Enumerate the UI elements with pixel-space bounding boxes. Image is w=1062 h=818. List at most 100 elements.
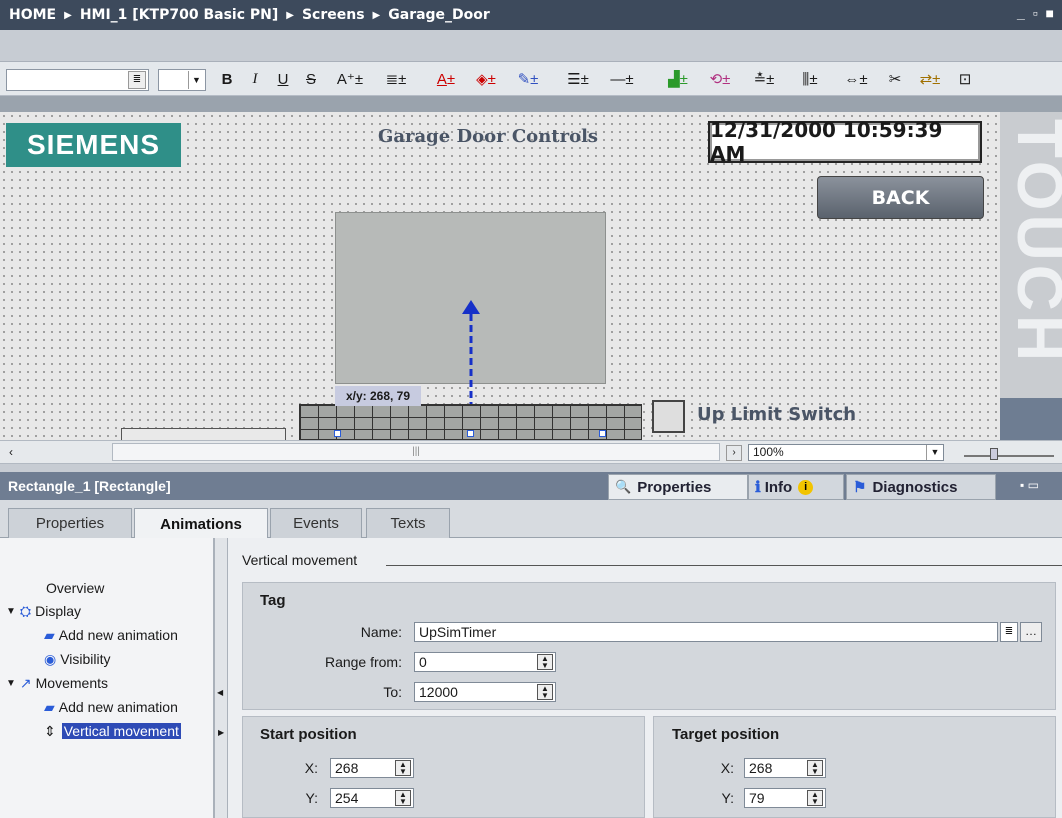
nav-movements-add[interactable]: ▰ Add new animation [0,696,214,718]
browse-button[interactable]: … [1020,622,1042,642]
info-icon: ℹ [755,479,761,496]
date-time-field[interactable]: 12/31/2000 10:59:39 AM [708,118,982,166]
add-animation-icon: ▰ [44,626,55,643]
subtab-properties[interactable]: Properties [8,508,132,538]
spinner-icon[interactable]: ▲ ▼ [807,760,823,776]
align-objects-icon[interactable]: ≛± [744,68,784,90]
tag-name-field[interactable]: UpSimTimer [414,622,998,642]
up-limit-indicator[interactable] [652,400,685,433]
tag-list-icon[interactable]: ≣ [1000,622,1018,642]
collapse-left-icon[interactable]: ◀ [217,688,223,697]
chevron-down-icon[interactable]: ▼ [926,445,943,460]
touch-text: TOUCH [1004,118,1062,366]
subtab-animations[interactable]: Animations [134,508,268,539]
order-icon[interactable]: ⇄± [910,68,950,90]
scrollbar-thumb[interactable]: ||| [112,443,720,461]
screen-canvas[interactable]: SIEMENS Garage Door Controls 12/31/2000 … [0,112,1062,440]
back-button[interactable]: BACK [817,176,984,219]
expand-icon[interactable]: ▼ [6,606,16,617]
nav-label: Visibility [60,651,111,667]
nav-display[interactable]: ▼ ⛭ Display [0,600,214,622]
layer-icon[interactable]: ▟± [660,68,696,90]
spinner-icon[interactable]: ▲ ▼ [807,790,823,806]
add-animation-icon: ▰ [44,698,55,715]
zoom-select[interactable]: 100% [748,444,944,461]
chevron-right-icon: ▶ [286,9,294,21]
breadcrumb-screens[interactable]: Screens [302,7,365,23]
range-from-field[interactable]: 0 [414,652,556,672]
vertical-move-icon: ⇕ [44,722,56,739]
arrowhead-icon [462,300,480,314]
start-x-label: X: [304,760,318,776]
scroll-right-icon[interactable]: › [726,445,742,461]
expand-icon[interactable]: ▼ [6,678,16,689]
expand-right-icon[interactable]: ▶ [218,728,224,737]
nav-overview[interactable]: Overview [0,577,214,599]
subtab-events[interactable]: Events [270,508,362,538]
zoom-selection-icon[interactable]: ⊡ [954,68,976,90]
breadcrumb-device[interactable]: HMI_1 [KTP700 Basic PN] [80,7,278,23]
nav-label: Movements [35,675,108,691]
editor-band [0,30,1062,62]
resize-handle[interactable] [334,430,341,437]
font-color-icon[interactable]: A ± [428,68,464,90]
scroll-left-icon[interactable]: ‹ [4,445,18,461]
info-badge-icon: i [798,479,814,495]
nav-label: Display [35,603,82,619]
line-color-icon[interactable]: ✎± [510,68,546,90]
resize-handle[interactable] [599,430,606,437]
nav-vertical-movement[interactable]: ⇕ Vertical movement [0,720,214,742]
nav-display-add[interactable]: ▰ Add new animation [0,624,214,646]
zoom-slider[interactable] [964,455,1054,457]
movement-icon: ↗ [19,674,32,691]
spinner-icon[interactable]: ▲ ▼ [395,790,411,806]
distribute-icon[interactable]: ⫼± [790,68,830,90]
pane-splitter[interactable] [214,538,228,818]
siemens-logo: SIEMENS [6,123,181,167]
tab-info[interactable]: ℹ Info i [748,474,844,500]
fill-color-icon[interactable]: ◈± [468,68,504,90]
screen-title[interactable]: Garage Door Controls [378,126,598,147]
font-list-icon[interactable]: ≣ [128,71,146,89]
tab-label: Info [764,478,793,496]
chevron-down-icon[interactable]: ▼ [188,71,204,89]
breadcrumb-screen[interactable]: Garage_Door [388,7,490,23]
breadcrumb-home[interactable]: HOME [9,7,56,23]
resize-handle[interactable] [467,430,474,437]
format-painter-icon[interactable]: ✂ [884,68,906,90]
pane-controls-icon[interactable]: ▪ ▭ [1020,478,1039,492]
text-size-icon[interactable]: A⁺± [330,68,370,90]
text-align-icon[interactable]: ≣± [378,68,414,90]
range-to-field[interactable]: 12000 [414,682,556,702]
pane-divider[interactable] [0,464,1062,472]
diagnostics-icon: ⚑ [853,479,867,496]
nav-movements[interactable]: ▼ ↗ Movements [0,672,214,694]
to-label: To: [383,684,402,700]
line-style-icon[interactable]: —± [600,68,644,90]
display-icon: ⛭ [19,602,32,619]
strikethrough-button[interactable]: S [302,68,320,90]
rotate-icon[interactable]: ⟲± [700,68,740,90]
window-controls[interactable]: _ ▫ ■ [1017,5,1056,21]
italic-button[interactable]: I [246,68,264,90]
subtab-texts[interactable]: Texts [366,508,450,538]
tab-label: Properties [637,478,712,496]
start-y-label: Y: [305,790,318,806]
tab-properties[interactable]: 🔍 Properties [608,474,748,500]
target-y-label: Y: [721,790,734,806]
spinner-icon[interactable]: ▲ ▼ [537,654,553,670]
tab-diagnostics[interactable]: ⚑ Diagnostics [846,474,996,500]
spinner-icon[interactable]: ▲ ▼ [395,760,411,776]
chevron-right-icon: ▶ [64,9,72,21]
line-width-icon[interactable]: ☰± [560,68,596,90]
same-size-icon[interactable]: ⇔± [836,68,876,90]
tab-label: Diagnostics [872,478,958,496]
spinner-icon[interactable]: ▲ ▼ [537,684,553,700]
underline-button[interactable]: U [274,68,292,90]
ruler-band [0,96,1062,112]
up-limit-label: Up Limit Switch [697,404,857,425]
nav-visibility[interactable]: ◉ Visibility [0,648,214,670]
zoom-slider-thumb[interactable] [990,448,998,460]
bold-button[interactable]: B [218,68,236,90]
chevron-right-icon: ▶ [372,9,381,21]
